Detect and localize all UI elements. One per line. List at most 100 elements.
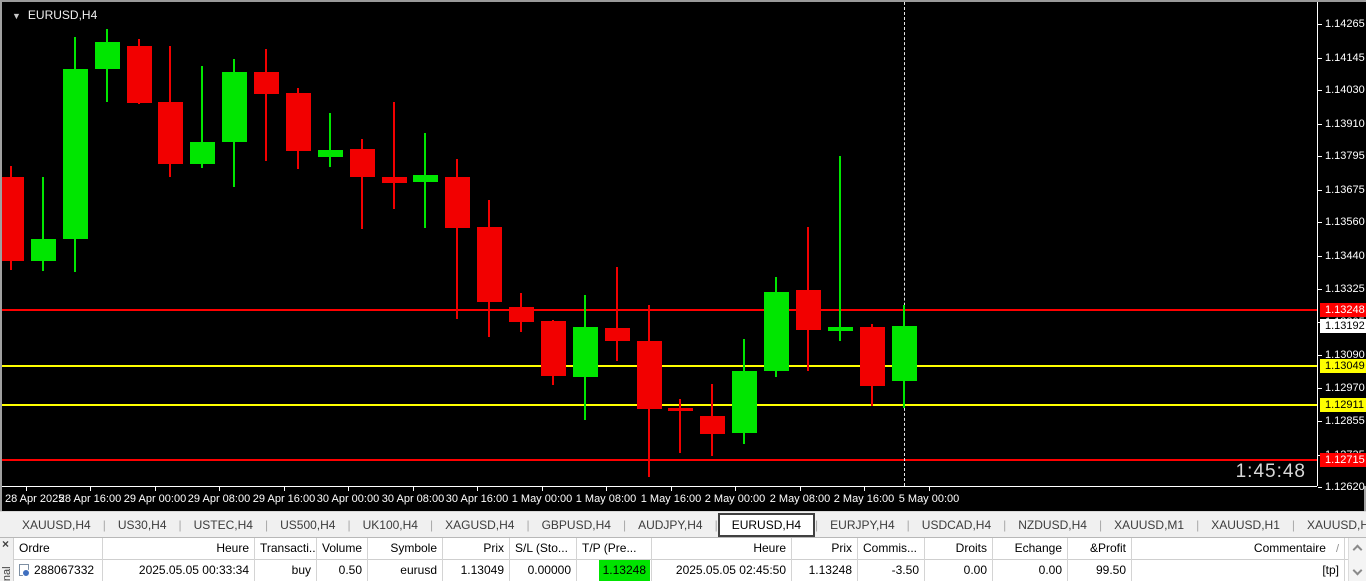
- horizontal-price-line[interactable]: [2, 309, 1317, 311]
- column-header-14[interactable]: Commentaire/: [1132, 538, 1345, 560]
- column-header-12[interactable]: Echange: [993, 538, 1068, 560]
- tab-usdcad-h4[interactable]: USDCAD,H4: [910, 514, 1003, 536]
- candle-body: [95, 42, 120, 69]
- column-header-2[interactable]: Transacti...: [255, 538, 317, 560]
- price-tick: [1318, 487, 1322, 488]
- price-axis-label: 1.14145: [1325, 52, 1365, 64]
- column-header-11[interactable]: Droits: [925, 538, 993, 560]
- tab-eurjpy-h4[interactable]: EURJPY,H4: [818, 514, 906, 536]
- candle-body: [637, 341, 662, 409]
- column-header-1[interactable]: Heure: [103, 538, 255, 560]
- column-header-8[interactable]: Heure: [652, 538, 792, 560]
- tab-us500-h4[interactable]: US500,H4: [268, 514, 347, 536]
- tab-xauusd-m1[interactable]: XAUUSD,M1: [1102, 514, 1196, 536]
- time-axis-label: 1 May 16:00: [641, 493, 702, 505]
- table-cell-0: 288067332: [14, 560, 103, 581]
- tab-xauusd-h1[interactable]: XAUUSD,H1: [1295, 514, 1366, 536]
- tab-uk100-h4[interactable]: UK100,H4: [351, 514, 430, 536]
- candle-body: [382, 177, 407, 183]
- candle-body: [764, 292, 789, 371]
- price-tick: [1318, 156, 1322, 157]
- column-header-5[interactable]: Prix: [443, 538, 510, 560]
- column-header-3[interactable]: Volume: [317, 538, 368, 560]
- price-tick: [1318, 355, 1322, 356]
- column-header-7[interactable]: T/P (Pre...: [577, 538, 652, 560]
- candle-wick: [616, 267, 618, 361]
- tab-xauusd-h1[interactable]: XAUUSD,H1: [1199, 514, 1292, 536]
- column-header-10[interactable]: Commis...: [858, 538, 925, 560]
- candle-body: [254, 72, 279, 94]
- candle-body: [605, 328, 630, 341]
- price-axis-label: 1.13795: [1325, 150, 1365, 162]
- table-row[interactable]: 2880673322025.05.05 00:33:34buy0.50eurus…: [14, 560, 1348, 581]
- time-tick: [284, 487, 285, 491]
- order-icon: [19, 564, 29, 576]
- candlestick-plot[interactable]: [2, 2, 1317, 486]
- candle-body: [286, 93, 311, 151]
- time-tick: [606, 487, 607, 491]
- close-icon[interactable]: ×: [2, 538, 9, 551]
- price-tick: [1318, 58, 1322, 59]
- tab-ustec-h4[interactable]: USTEC,H4: [182, 514, 265, 536]
- chart-window: ▼EURUSD,H4 1:45:48 1.142651.141451.14030…: [0, 0, 1366, 511]
- price-tick: [1318, 190, 1322, 191]
- tab-audjpy-h4[interactable]: AUDJPY,H4: [626, 514, 714, 536]
- candle-body: [541, 321, 566, 376]
- table-cell-1: 2025.05.05 00:33:34: [103, 560, 255, 581]
- tab-us30-h4[interactable]: US30,H4: [106, 514, 179, 536]
- candle-body: [318, 150, 343, 157]
- chart-tab-bar: XAUUSD,H4|US30,H4|USTEC,H4|US500,H4|UK10…: [0, 511, 1366, 537]
- tab-gbpusd-h4[interactable]: GBPUSD,H4: [530, 514, 623, 536]
- column-header-13[interactable]: &Profit: [1068, 538, 1132, 560]
- time-axis-label: 30 Apr 00:00: [317, 493, 379, 505]
- time-axis-label: 29 Apr 08:00: [188, 493, 250, 505]
- column-header-6[interactable]: S/L (Sto...: [510, 538, 577, 560]
- table-cell-8: 2025.05.05 02:45:50: [652, 560, 792, 581]
- time-axis-label: 2 May 08:00: [770, 493, 831, 505]
- sort-indicator-icon[interactable]: /: [1336, 543, 1339, 555]
- table-cell-5: 1.13049: [443, 560, 510, 581]
- chart-dropdown-icon[interactable]: ▼: [12, 11, 21, 21]
- terminal-scrollbar[interactable]: [1348, 538, 1366, 581]
- candle-wick: [329, 113, 331, 167]
- candle-body: [2, 177, 24, 261]
- price-tick: [1318, 256, 1322, 257]
- price-axis-label: 1.13325: [1325, 283, 1365, 295]
- candle-body: [190, 142, 215, 164]
- terminal-panel: × Terminal OrdreHeureTransacti...VolumeS…: [0, 537, 1366, 581]
- column-header-0[interactable]: Ordre: [14, 538, 103, 560]
- price-tick: [1318, 421, 1322, 422]
- time-tick: [864, 487, 865, 491]
- time-tick: [800, 487, 801, 491]
- scroll-down-icon[interactable]: [1353, 566, 1363, 576]
- tab-xauusd-h4[interactable]: XAUUSD,H4: [10, 514, 103, 536]
- orders-table: OrdreHeureTransacti...VolumeSymbolePrixS…: [14, 538, 1348, 581]
- scroll-up-icon[interactable]: [1353, 545, 1363, 555]
- column-header-4[interactable]: Symbole: [368, 538, 443, 560]
- candle-body: [31, 239, 56, 261]
- candle-body: [158, 102, 183, 164]
- tab-eurusd-h4[interactable]: EURUSD,H4: [718, 513, 815, 537]
- candle-body: [668, 408, 693, 411]
- time-tick: [477, 487, 478, 491]
- time-axis-label: 29 Apr 00:00: [124, 493, 186, 505]
- candle-body: [700, 416, 725, 434]
- time-tick: [671, 487, 672, 491]
- price-tick: [1318, 388, 1322, 389]
- candle-body: [892, 326, 917, 381]
- column-header-9[interactable]: Prix: [792, 538, 858, 560]
- time-axis-label: 2 May 16:00: [834, 493, 895, 505]
- candle-body: [509, 307, 534, 322]
- vertical-dashed-line[interactable]: [904, 2, 905, 486]
- tab-nzdusd-h4[interactable]: NZDUSD,H4: [1006, 514, 1099, 536]
- horizontal-price-line[interactable]: [2, 459, 1317, 461]
- tp-highlighted-value: 1.13248: [599, 560, 650, 581]
- tab-xagusd-h4[interactable]: XAGUSD,H4: [433, 514, 526, 536]
- table-cell-3: 0.50: [317, 560, 368, 581]
- time-axis-label: 1 May 00:00: [512, 493, 573, 505]
- price-axis-label: 1.13560: [1325, 216, 1365, 228]
- price-tick: [1318, 24, 1322, 25]
- terminal-caption-strip: × Terminal: [0, 538, 14, 581]
- candle-wick: [839, 156, 841, 341]
- time-tick: [219, 487, 220, 491]
